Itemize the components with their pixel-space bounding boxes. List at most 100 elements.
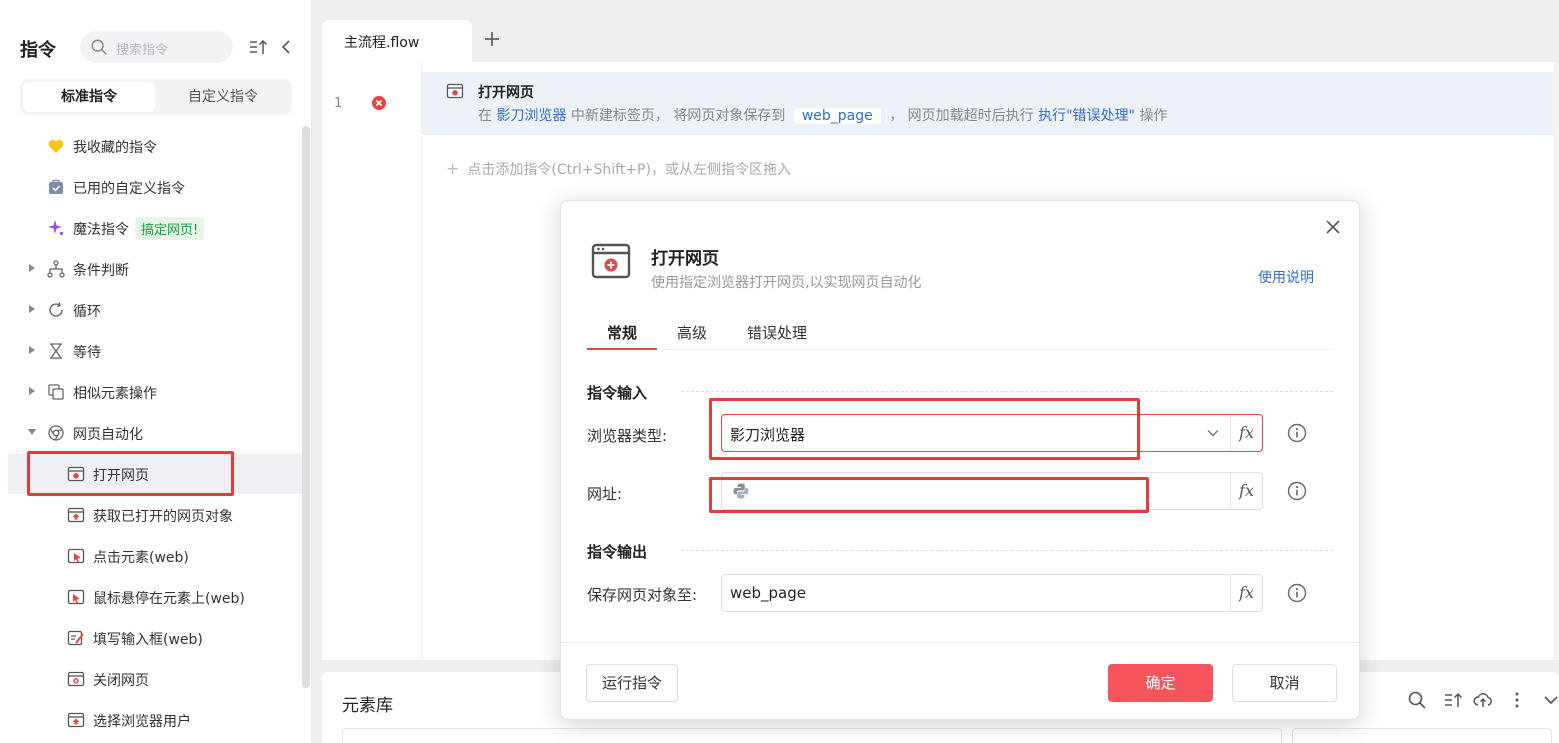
add-command-hint[interactable]: + 点击添加指令(Ctrl+Shift+P)，或从左侧指令区拖入 — [446, 159, 791, 179]
collapse-arrow-icon[interactable] — [27, 427, 37, 437]
sidebar-item-label: 打开网页 — [93, 468, 149, 484]
sparkle-icon — [48, 220, 64, 236]
chevron-down-icon[interactable] — [1541, 690, 1559, 710]
fx-button[interactable]: fx — [1230, 473, 1262, 509]
desc-prefix: 在 — [478, 108, 492, 124]
search-icon[interactable] — [1407, 690, 1427, 710]
expand-arrow-icon[interactable] — [27, 304, 37, 314]
tab-label: 主流程.flow — [344, 35, 420, 51]
sidebar-item-label: 循环 — [73, 304, 101, 320]
browser-icon — [591, 243, 631, 279]
sidebar-tabs: 标准指令 自定义指令 — [20, 79, 292, 115]
save-object-label: 保存网页对象至: — [587, 586, 698, 604]
sidebar-item-wait[interactable]: 等待 — [0, 331, 300, 371]
info-icon[interactable] — [1287, 423, 1307, 443]
edit-icon — [67, 630, 84, 646]
fx-button[interactable]: fx — [1230, 415, 1262, 451]
browser-up-icon — [67, 507, 85, 523]
magic-badge: 搞定网页! — [135, 217, 205, 240]
editor-tabbar: 主流程.flow — [312, 10, 1559, 62]
desc-mid2: ， 网页加载超时后执行 — [889, 108, 1034, 124]
sidebar-item-label: 关闭网页 — [93, 673, 149, 689]
sidebar-item-label: 鼠标悬停在元素上(web) — [93, 591, 245, 607]
sidebar-item-select-browser-user[interactable]: 选择浏览器用户 — [0, 700, 300, 740]
element-library-title: 元素库 — [342, 696, 393, 716]
browser-user-icon — [67, 712, 85, 728]
command-sidebar: 指令 搜索指令 标准指令 自定义指令 我收藏的指令 已用的自定义指令 魔法指令 … — [0, 0, 312, 743]
collapse-icon[interactable] — [278, 37, 294, 57]
cancel-button[interactable]: 取消 — [1232, 664, 1337, 702]
branch-icon — [47, 260, 65, 278]
hourglass-icon — [50, 343, 62, 359]
hover-icon — [67, 589, 85, 605]
sidebar-item-label: 网页自动化 — [73, 427, 143, 443]
command-row[interactable]: 打开网页 在 影刀浏览器 中新建标签页， 将网页对象保存到 web_page ，… — [422, 72, 1559, 135]
confirm-button[interactable]: 确定 — [1108, 664, 1213, 702]
sidebar-item-open-webpage[interactable]: 打开网页 — [8, 454, 302, 494]
sidebar-item-label: 魔法指令 — [73, 222, 129, 238]
browser-close-icon — [67, 671, 85, 687]
expand-arrow-icon[interactable] — [27, 386, 37, 396]
url-label: 网址: — [587, 485, 623, 503]
sidebar-item-label: 获取已打开的网页对象 — [93, 509, 233, 525]
dialog-tabs: 常规 高级 错误处理 — [587, 320, 1333, 350]
editor-scrollbar[interactable] — [1553, 62, 1559, 660]
tab-error-handling[interactable]: 错误处理 — [747, 322, 807, 343]
expand-arrow-icon[interactable] — [27, 263, 37, 273]
sidebar-item-magic[interactable]: 魔法指令 搞定网页! — [0, 208, 300, 248]
add-hint-text: 点击添加指令(Ctrl+Shift+P)，或从左侧指令区拖入 — [467, 162, 791, 178]
sidebar-title: 指令 — [20, 40, 56, 61]
sidebar-scrollbar[interactable] — [302, 126, 310, 688]
cloud-upload-icon[interactable] — [1473, 690, 1493, 710]
close-icon[interactable] — [1325, 219, 1341, 235]
click-icon — [67, 548, 85, 564]
url-input[interactable]: fx — [721, 472, 1263, 510]
sidebar-item-condition[interactable]: 条件判断 — [0, 249, 300, 289]
info-icon[interactable] — [1287, 481, 1307, 501]
sidebar-item-get-webpage[interactable]: 获取已打开的网页对象 — [0, 495, 300, 535]
plus-icon: + — [446, 159, 460, 178]
expand-arrow-icon[interactable] — [27, 345, 37, 355]
python-icon — [733, 483, 749, 499]
sidebar-item-label: 相似元素操作 — [73, 386, 157, 402]
dialog-title: 打开网页 — [651, 249, 719, 269]
info-icon[interactable] — [1287, 583, 1307, 603]
sidebar-item-used-custom[interactable]: 已用的自定义指令 — [0, 167, 300, 207]
sort-icon[interactable] — [248, 37, 268, 57]
sidebar-item-favorites[interactable]: 我收藏的指令 — [0, 126, 300, 166]
sidebar-item-hover-element[interactable]: 鼠标悬停在元素上(web) — [0, 577, 300, 617]
bag-icon — [49, 179, 63, 194]
help-link[interactable]: 使用说明 — [1258, 267, 1314, 287]
sidebar-item-label: 条件判断 — [73, 263, 129, 279]
fx-button[interactable]: fx — [1230, 575, 1262, 611]
tab-general[interactable]: 常规 — [607, 322, 637, 343]
sidebar-item-fill-input[interactable]: 填写输入框(web) — [0, 618, 300, 658]
add-tab-icon[interactable] — [482, 29, 502, 49]
tab-custom-commands[interactable]: 自定义指令 — [157, 82, 289, 112]
sidebar-item-loop[interactable]: 循环 — [0, 290, 300, 330]
search-input[interactable]: 搜索指令 — [80, 31, 233, 63]
sidebar-item-web-automation[interactable]: 网页自动化 — [0, 413, 300, 453]
loop-icon — [49, 302, 63, 317]
sidebar-item-similar-elements[interactable]: 相似元素操作 — [0, 372, 300, 412]
chrome-icon — [48, 425, 64, 441]
sort-icon[interactable] — [1443, 690, 1463, 710]
chevron-down-icon — [1207, 430, 1219, 437]
save-object-input[interactable]: web_page fx — [721, 574, 1263, 612]
sidebar-item-click-element[interactable]: 点击元素(web) — [0, 536, 300, 576]
line-gutter: 1 — [322, 62, 422, 660]
tab-advanced[interactable]: 高级 — [677, 322, 707, 343]
error-icon[interactable] — [372, 96, 386, 110]
run-command-button[interactable]: 运行指令 — [586, 664, 678, 702]
desc-mid1: 中新建标签页， 将网页对象保存到 — [570, 108, 786, 124]
sidebar-item-label: 点击元素(web) — [93, 550, 189, 566]
tab-main-flow[interactable]: 主流程.flow — [322, 20, 472, 62]
more-icon[interactable] — [1507, 690, 1527, 710]
element-list — [342, 728, 1282, 743]
line-number: 1 — [334, 96, 343, 111]
sidebar-item-close-webpage[interactable]: 关闭网页 — [0, 659, 300, 699]
browser-type-select[interactable]: 影刀浏览器 fx — [721, 414, 1263, 452]
tab-standard-commands[interactable]: 标准指令 — [23, 82, 155, 112]
browser-type-value: 影刀浏览器 — [730, 426, 806, 444]
section-divider — [681, 550, 1333, 551]
